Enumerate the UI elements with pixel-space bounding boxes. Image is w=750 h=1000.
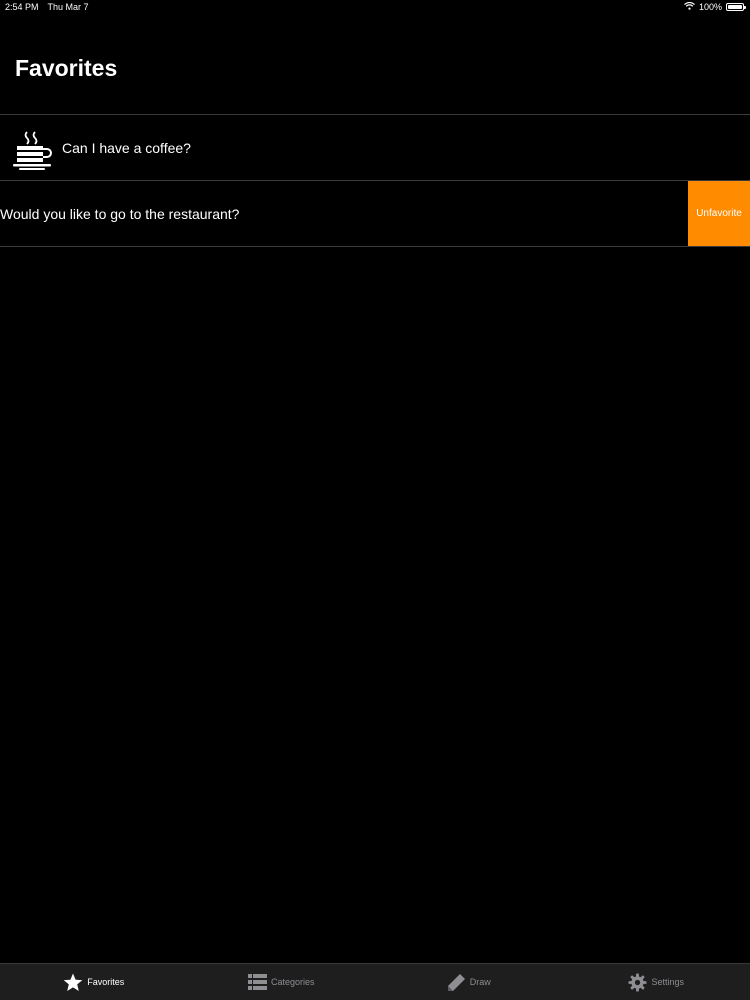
list-item-label: Would you like to go to the restaurant? [0, 205, 240, 222]
list-item[interactable]: Can I have a coffee? [0, 115, 750, 181]
app-screen: 2:54 PM Thu Mar 7 100% Favorites Can I h… [0, 0, 750, 1000]
tab-categories[interactable]: Categories [188, 964, 376, 1000]
status-left: 2:54 PM Thu Mar 7 [5, 2, 89, 12]
tab-label: Settings [651, 977, 685, 987]
status-time: 2:54 PM [5, 2, 39, 12]
tab-favorites[interactable]: Favorites [0, 964, 188, 1000]
tab-label: Favorites [87, 977, 125, 987]
status-bar: 2:54 PM Thu Mar 7 100% [0, 0, 750, 16]
tab-bar: Favorites Categories Draw Settings [0, 963, 750, 1000]
tab-label: Draw [469, 977, 491, 987]
list-item-label: Can I have a coffee? [62, 139, 191, 156]
favorites-list: Can I have a coffee? Would you like to g… [0, 114, 750, 247]
list-icon [247, 974, 267, 990]
tab-settings[interactable]: Settings [563, 964, 750, 1000]
gear-icon [628, 972, 648, 992]
battery-icon [726, 3, 746, 11]
status-right: 100% [684, 1, 746, 12]
page-title: Favorites [15, 55, 118, 81]
coffee-cup-icon [11, 124, 55, 172]
pencil-icon [447, 973, 466, 992]
battery-percent: 100% [698, 2, 722, 12]
status-date: Thu Mar 7 [47, 2, 89, 12]
tab-label: Categories [270, 977, 315, 987]
star-icon [63, 973, 83, 992]
unfavorite-button[interactable]: Unfavorite [688, 181, 750, 246]
wifi-icon [684, 1, 695, 12]
list-item[interactable]: Would you like to go to the restaurant? … [0, 181, 750, 247]
tab-draw[interactable]: Draw [375, 964, 563, 1000]
